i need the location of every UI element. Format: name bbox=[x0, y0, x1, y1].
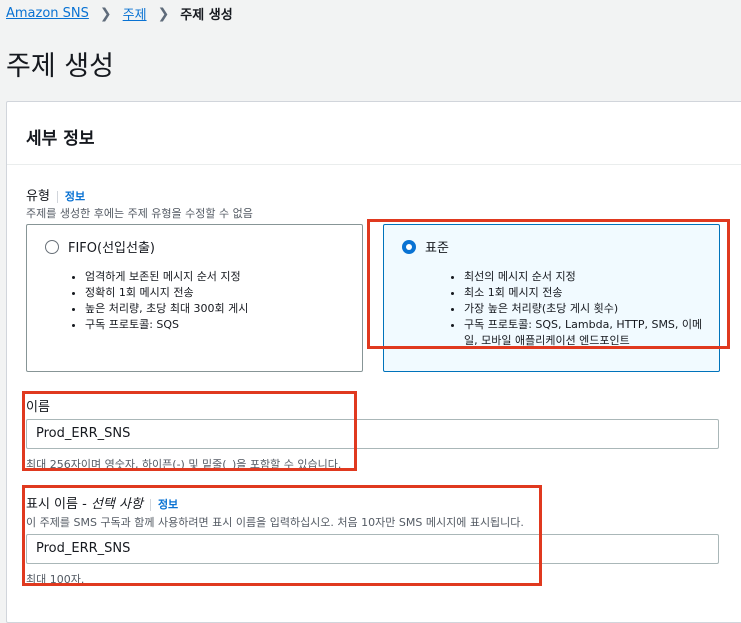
standard-tile-title: 표준 bbox=[402, 237, 449, 256]
chevron-right-icon: ❯ bbox=[157, 5, 170, 22]
breadcrumb-sns-link[interactable]: Amazon SNS bbox=[6, 6, 89, 21]
list-item: 구독 프로토콜: SQS, Lambda, HTTP, SMS, 이메일, 모바… bbox=[464, 317, 704, 349]
label-separator: - bbox=[77, 497, 91, 512]
page-title: 주제 생성 bbox=[6, 51, 114, 82]
fifo-radio[interactable] bbox=[45, 239, 59, 254]
divider bbox=[149, 498, 151, 511]
display-name-info-link[interactable]: 정보 bbox=[158, 498, 178, 511]
list-item: 가장 높은 처리량(초당 게시 횟수) bbox=[464, 301, 704, 317]
type-label: 유형 정보 bbox=[26, 185, 85, 204]
standard-type-tile[interactable]: 표준 최선의 메시지 순서 지정 최소 1회 메시지 전송 가장 높은 처리량(… bbox=[383, 224, 720, 372]
standard-radio[interactable] bbox=[402, 239, 416, 254]
standard-title-text: 표준 bbox=[425, 241, 449, 256]
breadcrumb-current: 주제 생성 bbox=[180, 8, 233, 23]
display-name-description: 이 주제를 SMS 구독과 함께 사용하려면 표시 이름을 입력하십시오. 처음… bbox=[26, 516, 524, 529]
optional-marker: 선택 사항 bbox=[90, 497, 143, 512]
display-name-label: 표시 이름 - 선택 사항 정보 bbox=[26, 493, 178, 512]
fifo-feature-list: 엄격하게 보존된 메시지 순서 지정 정확히 1회 메시지 전송 높은 처리량,… bbox=[71, 269, 248, 333]
list-item: 최소 1회 메시지 전송 bbox=[464, 285, 704, 301]
display-name-input[interactable]: Prod_ERR_SNS bbox=[26, 534, 719, 564]
standard-feature-list: 최선의 메시지 순서 지정 최소 1회 메시지 전송 가장 높은 처리량(초당 … bbox=[450, 269, 704, 349]
type-description: 주제를 생성한 후에는 주제 유형을 수정할 수 없음 bbox=[26, 207, 253, 220]
panel-header: 세부 정보 bbox=[7, 102, 741, 165]
name-input[interactable]: Prod_ERR_SNS bbox=[26, 419, 719, 449]
chevron-right-icon: ❯ bbox=[99, 5, 112, 22]
panel-title: 세부 정보 bbox=[26, 129, 95, 149]
fifo-title-text: FIFO(선입선출) bbox=[68, 241, 156, 256]
display-name-label-text: 표시 이름 bbox=[26, 497, 78, 512]
fifo-type-tile[interactable]: FIFO(선입선출) 엄격하게 보존된 메시지 순서 지정 정확히 1회 메시지… bbox=[26, 224, 363, 372]
breadcrumb-topics-link[interactable]: 주제 bbox=[123, 4, 147, 23]
display-name-constraint: 최대 100자. bbox=[26, 573, 85, 586]
list-item: 높은 처리량, 초당 최대 300회 게시 bbox=[85, 301, 248, 317]
list-item: 정확히 1회 메시지 전송 bbox=[85, 285, 248, 301]
fifo-tile-title: FIFO(선입선출) bbox=[45, 237, 155, 256]
name-constraint: 최대 256자이며 영숫자, 하이픈(-) 및 밑줄(_)을 포함할 수 있습니… bbox=[26, 458, 342, 471]
type-info-link[interactable]: 정보 bbox=[65, 190, 85, 203]
divider bbox=[56, 190, 58, 203]
name-label: 이름 bbox=[26, 400, 50, 415]
list-item: 최선의 메시지 순서 지정 bbox=[464, 269, 704, 285]
type-label-text: 유형 bbox=[26, 189, 50, 204]
breadcrumb: Amazon SNS ❯ 주제 ❯ 주제 생성 bbox=[6, 4, 233, 24]
list-item: 구독 프로토콜: SQS bbox=[85, 317, 248, 333]
list-item: 엄격하게 보존된 메시지 순서 지정 bbox=[85, 269, 248, 285]
